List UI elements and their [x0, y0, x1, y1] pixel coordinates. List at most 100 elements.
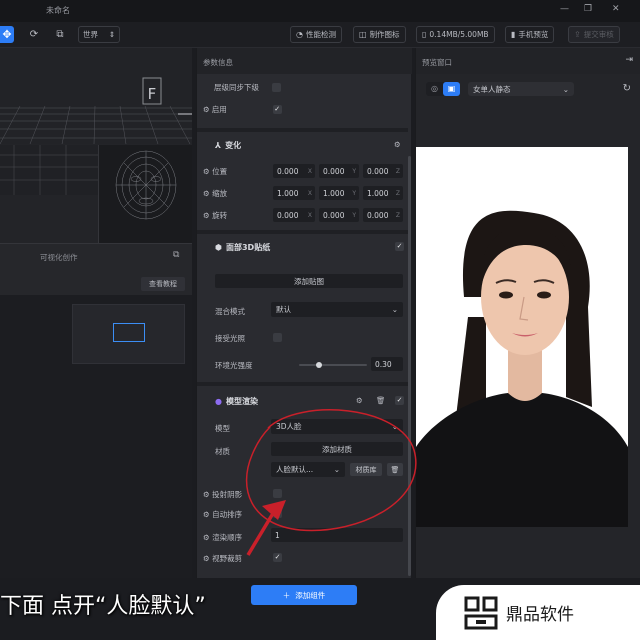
ambient-light-slider[interactable] [299, 364, 367, 366]
visual-creation-panel: 可视化创作 ⧉ 查看教程 [0, 243, 192, 295]
position-x-value: 0.000 [277, 166, 299, 176]
minimap-viewport-rect[interactable] [113, 323, 145, 342]
visual-creation-title: 可视化创作 [40, 253, 78, 262]
space-select-value: 世界 [83, 30, 98, 39]
model-render-settings-icon[interactable]: ⚙ [356, 396, 363, 405]
scale-y-input[interactable]: 1.000 Y [319, 186, 359, 200]
position-label: 位置 [212, 167, 228, 176]
chevron-down-icon: ⌄ [391, 305, 398, 314]
enable-row: ⚙ 启用 ✓ [197, 104, 408, 115]
model-render-enable-checkbox[interactable]: ✓ [395, 396, 404, 405]
add-material-button[interactable]: 添加材质 [271, 442, 403, 456]
minimize-icon[interactable]: — [560, 4, 569, 14]
position-z-value: 0.000 [367, 166, 389, 176]
rotation-label-row: ⚙ 旋转 [203, 211, 228, 220]
scale-icon: ⧉ [56, 29, 64, 40]
params-title: 参数信息 [203, 58, 233, 67]
ambient-light-input[interactable]: 0.30 [371, 357, 403, 371]
trash-icon[interactable]: 🗑 [376, 396, 386, 405]
model-render-icon: ● [215, 397, 222, 406]
face-sticker-title: 面部3D贴纸 [225, 243, 271, 252]
space-select[interactable]: 世界 ⇕ [78, 26, 120, 43]
video-subtitle: 下面 点开“人脸默认” [0, 594, 206, 619]
model-select[interactable]: 3D人脸 ⌄ [271, 419, 403, 434]
preview-mode-toggle[interactable]: ◎ ▣ [426, 82, 460, 96]
upload-icon: ⇪ [574, 30, 581, 39]
chevron-down-icon: ⌄ [391, 422, 398, 431]
material-delete-button[interactable]: 🗑 [387, 463, 403, 476]
auto-sort-checkbox[interactable] [273, 509, 282, 518]
accept-light-checkbox[interactable] [273, 333, 282, 342]
params-header: 参数信息 [197, 48, 412, 74]
restore-icon[interactable]: ❐ [584, 4, 592, 14]
portrait-illustration [416, 147, 628, 527]
window-icon[interactable]: ⧉ [173, 250, 179, 260]
enable-checkbox[interactable]: ✓ [272, 105, 282, 114]
rotate-icon: ⟳ [29, 29, 39, 40]
cube-icon: ⬢ [215, 243, 222, 252]
add-texture-button[interactable]: 添加贴图 [215, 274, 403, 288]
position-x-input[interactable]: 0.000 X [273, 164, 315, 178]
layer-sync-checkbox[interactable] [272, 83, 281, 92]
face-sticker-enable-checkbox[interactable]: ✓ [395, 242, 404, 251]
submit-review-label: 提交审核 [583, 30, 614, 39]
move-tool-button[interactable]: ✥ [0, 26, 14, 43]
model-value: 3D人脸 [276, 422, 302, 431]
frustum-cull-checkbox[interactable]: ✓ [273, 553, 282, 562]
add-component-button[interactable]: ＋ 添加组件 [251, 585, 357, 605]
transform-settings-icon[interactable]: ⚙ [394, 140, 401, 149]
perf-check-button[interactable]: ◔ 性能检测 [290, 26, 342, 43]
ambient-light-label: 环境光强度 [215, 361, 253, 370]
auto-sort-label: 自动排序 [212, 510, 243, 519]
position-y-value: 0.000 [323, 166, 345, 176]
render-order-input[interactable]: 1 [271, 528, 403, 542]
blend-mode-select[interactable]: 默认 ⌄ [271, 302, 403, 317]
submit-review-button[interactable]: ⇪ 提交审核 [568, 26, 620, 43]
rotation-label: 旋转 [212, 211, 228, 220]
close-icon[interactable]: ✕ [612, 4, 620, 14]
mobile-preview-button[interactable]: ▮ 手机预览 [505, 26, 555, 43]
rotation-y-input[interactable]: 0.000 Y [319, 208, 359, 222]
blend-mode-value: 默认 [276, 305, 291, 314]
image-icon[interactable]: ▣ [443, 82, 460, 96]
material-library-button[interactable]: 材质库 [350, 463, 382, 476]
rotation-x-input[interactable]: 0.000 X [273, 208, 315, 222]
move-icon: ✥ [2, 28, 12, 41]
make-icon-button[interactable]: ◫ 制作图标 [353, 26, 406, 43]
scale-x-input[interactable]: 1.000 X [273, 186, 315, 200]
camera-icon[interactable]: ◎ [426, 82, 443, 96]
params-panel: 参数信息 层级同步下级 ⚙ 启用 ✓ ⅄ 变化 ⚙ ⚙ 位置 0.000 X 0.… [196, 48, 412, 578]
preview-controls: ◎ ▣ 女单人静态 ⌄ ↻ [416, 78, 640, 100]
view-tutorial-button[interactable]: 查看教程 [141, 277, 185, 291]
collapse-icon[interactable]: ⇥ [625, 55, 633, 65]
refresh-icon[interactable]: ↻ [623, 83, 631, 94]
face-mesh-icon [115, 150, 177, 220]
scene-select-value: 女单人静态 [473, 84, 511, 94]
updown-icon: ⇕ [108, 30, 115, 39]
section-divider [197, 128, 408, 132]
rotation-z-input[interactable]: 0.000 Z [363, 208, 403, 222]
ambient-light-slider-thumb[interactable] [316, 362, 323, 368]
make-icon-label: 制作图标 [369, 30, 400, 39]
model-render-title: 模型渲染 [225, 397, 258, 406]
face-sticker-section-title: ⬢ 面部3D贴纸 [215, 242, 270, 253]
scene-select[interactable]: 女单人静态 ⌄ [468, 82, 574, 96]
render-order-label: 渲染顺序 [212, 533, 243, 542]
ground-grid: F [0, 48, 192, 144]
scale-x-value: 1.000 [277, 188, 299, 198]
scale-tool-button[interactable]: ⧉ [52, 26, 68, 43]
position-y-input[interactable]: 0.000 Y [319, 164, 359, 178]
params-scrollbar[interactable] [408, 156, 411, 576]
position-z-input[interactable]: 0.000 Z [363, 164, 403, 178]
blend-mode-label: 混合模式 [215, 307, 245, 316]
cast-shadow-checkbox[interactable] [273, 489, 282, 498]
enable-gear-icon: ⚙ [203, 105, 210, 114]
rotate-tool-button[interactable]: ⟳ [26, 26, 42, 43]
box-icon: ◫ [359, 30, 367, 39]
gauge-icon: ◔ [296, 30, 303, 39]
material-select[interactable]: 人脸默认... ⌄ [271, 462, 345, 477]
material-label: 材质 [215, 447, 230, 456]
scale-label: 缩放 [212, 189, 228, 198]
scale-z-input[interactable]: 1.000 Z [363, 186, 403, 200]
material-value: 人脸默认... [276, 465, 314, 474]
